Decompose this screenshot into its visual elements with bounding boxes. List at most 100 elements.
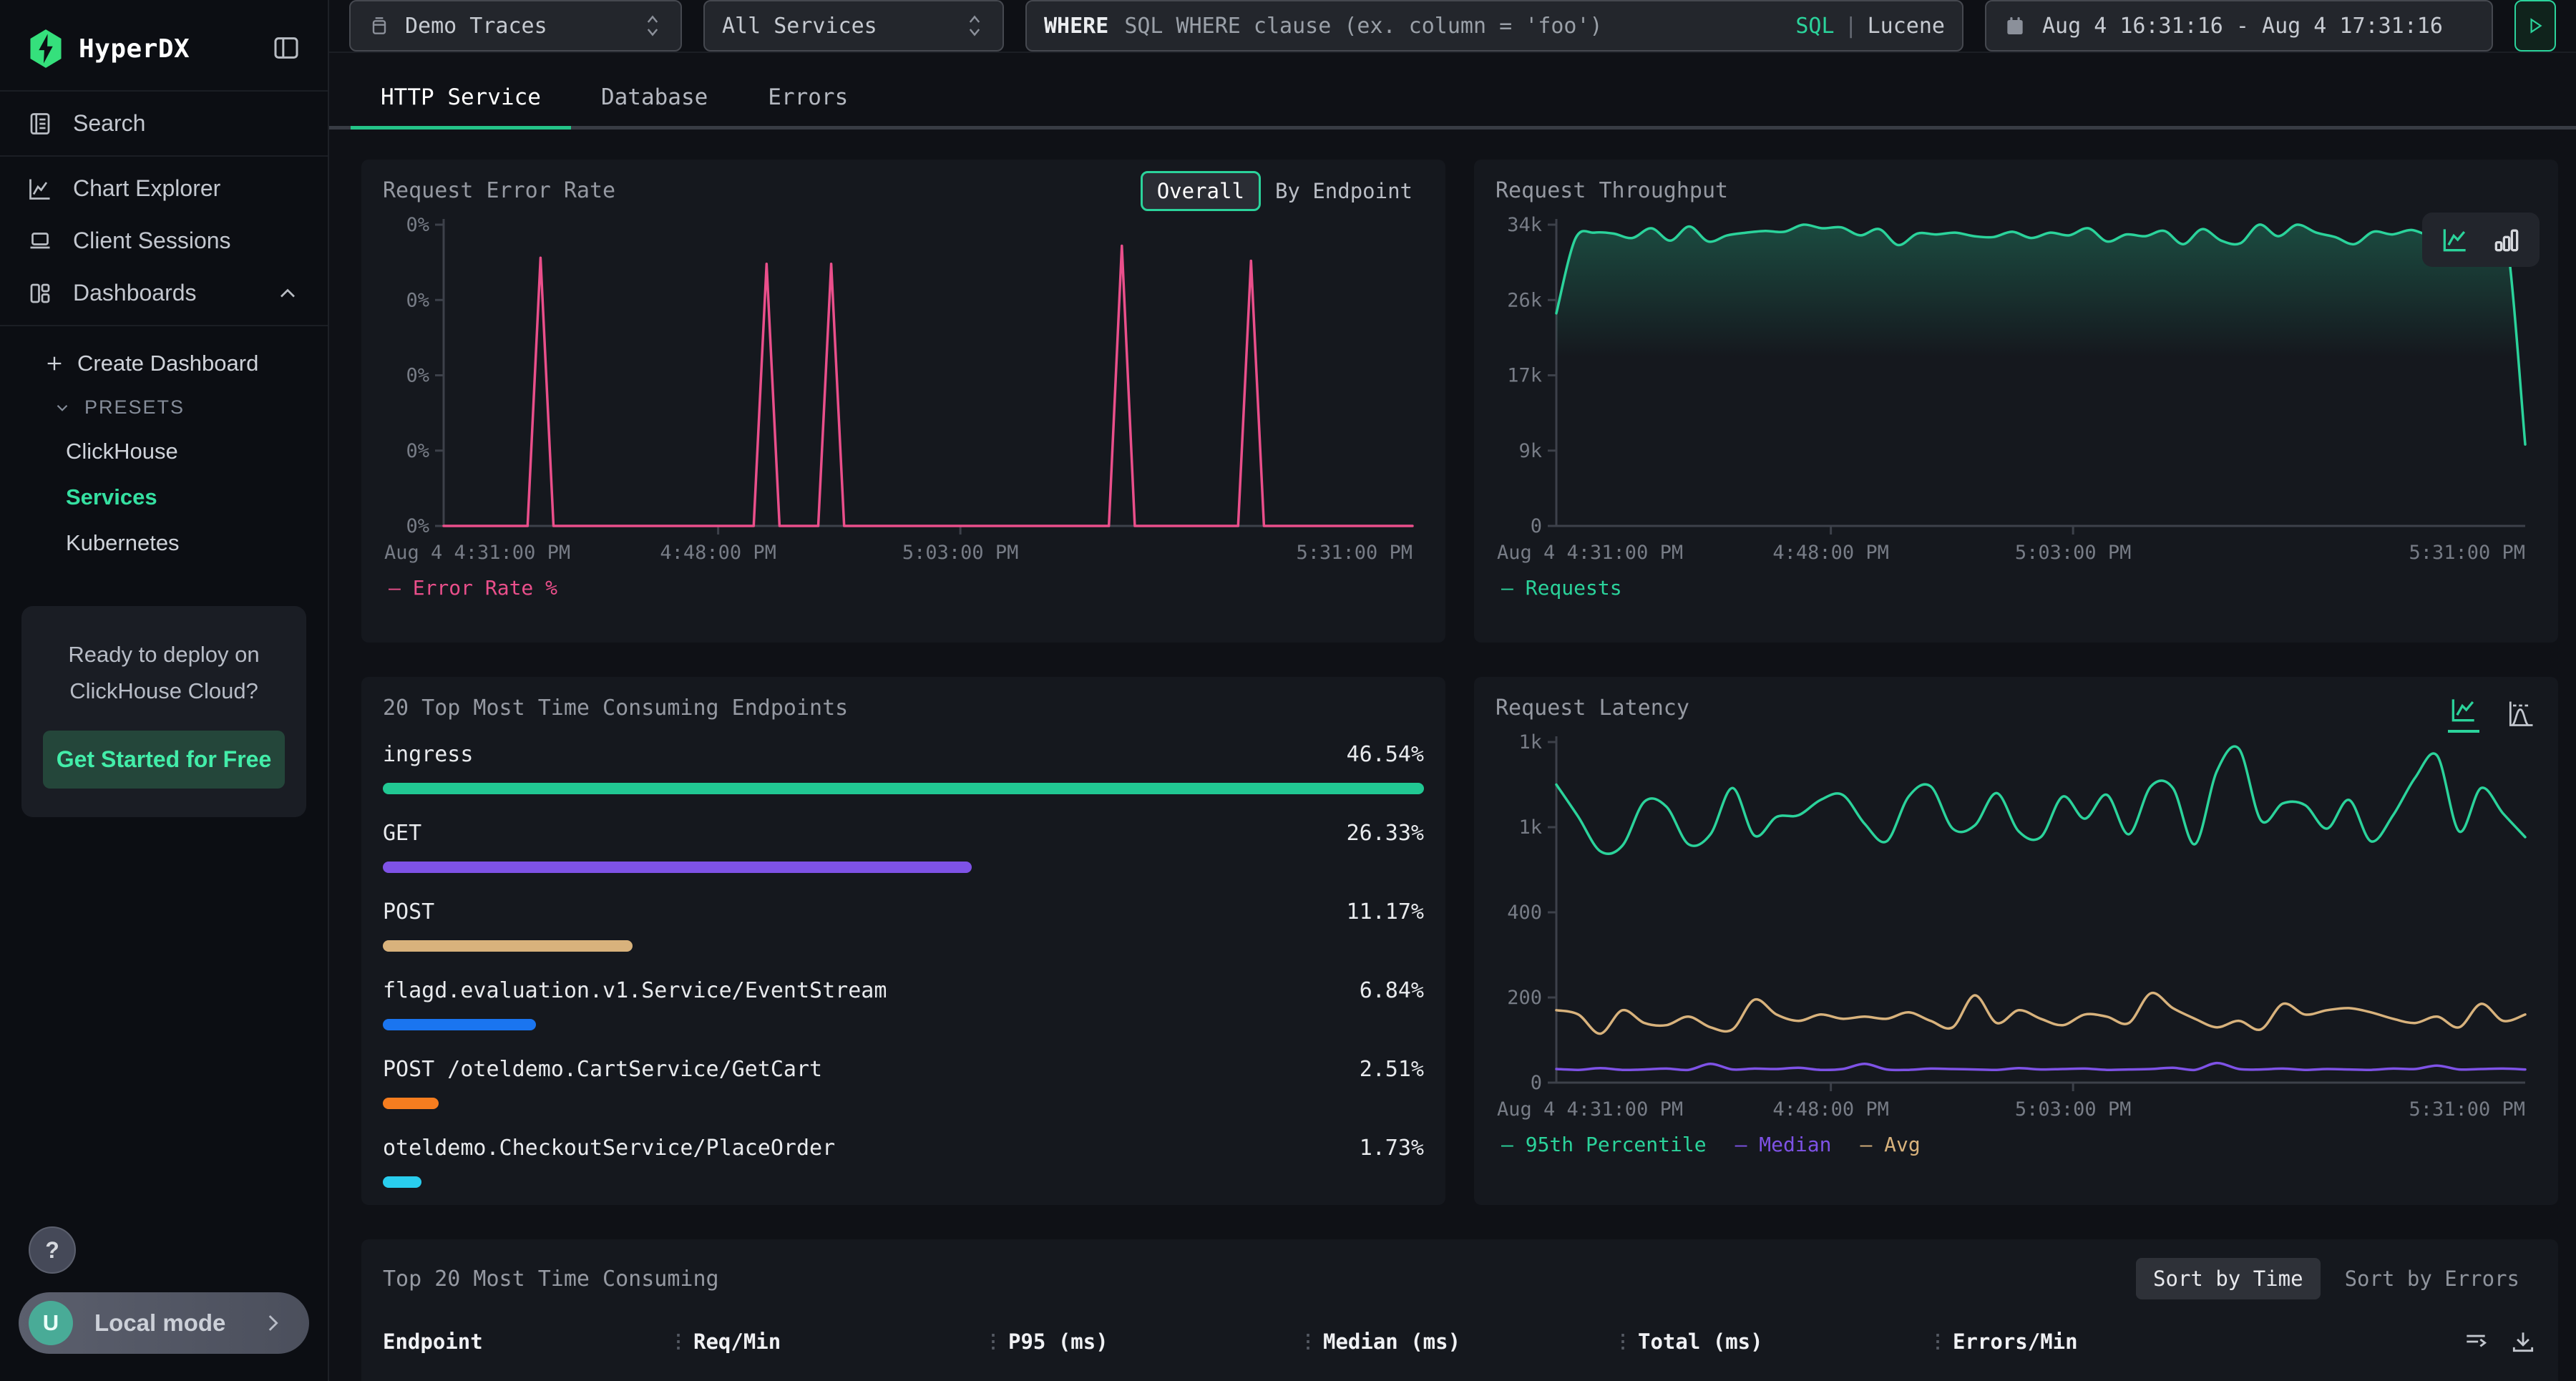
sidebar-item-dashboards[interactable]: Dashboards <box>0 267 328 319</box>
sidebar-item-label: Chart Explorer <box>73 175 220 202</box>
tab-http-service[interactable]: HTTP Service <box>351 74 571 130</box>
table-header-errors-min[interactable]: ⋮Errors/Min <box>1928 1329 2329 1354</box>
preset-kubernetes[interactable]: Kubernetes <box>0 520 328 566</box>
svg-text:9k: 9k <box>1518 440 1542 462</box>
tab-errors[interactable]: Errors <box>738 74 878 126</box>
error-rate-legend: — Error Rate % <box>389 576 1424 600</box>
endpoint-label: POST <box>383 899 434 924</box>
line-chart-type-button[interactable] <box>2439 224 2471 255</box>
latency-series-avg <box>1556 993 2525 1034</box>
svg-text:0: 0 <box>1531 515 1542 537</box>
latency-chart[interactable]: 02004001k1kAug 4 4:31:00 PM4:48:00 PM5:0… <box>1496 728 2537 1128</box>
sidebar-collapse-icon[interactable] <box>272 34 301 64</box>
sidebar-nav: Search Chart Explorer Client Sessions <box>0 90 328 573</box>
lucene-mode-button[interactable]: Lucene <box>1868 14 1945 39</box>
overall-toggle-button[interactable]: Overall <box>1141 171 1261 211</box>
endpoint-percent: 11.17% <box>1347 899 1424 924</box>
sql-mode-button[interactable]: SQL <box>1795 14 1834 39</box>
table-header-endpoint[interactable]: Endpoint <box>383 1329 669 1354</box>
download-icon[interactable] <box>2509 1328 2537 1355</box>
column-drag-handle-icon[interactable]: ⋮ <box>1614 1331 1631 1352</box>
endpoint-row[interactable]: POST /oteldemo.CartService/GetCart2.51% <box>383 1057 1424 1109</box>
latency-chart-type-toggle <box>2448 694 2537 733</box>
endpoint-row[interactable]: GET26.33% <box>383 821 1424 873</box>
row-options-icon[interactable] <box>2462 1328 2489 1355</box>
avatar: U <box>29 1301 73 1345</box>
svg-text:Aug 4 4:31:00 PM: Aug 4 4:31:00 PM <box>384 542 570 564</box>
table-header-total-ms-[interactable]: ⋮Total (ms) <box>1614 1329 1928 1354</box>
source-select[interactable]: Demo Traces <box>349 0 682 52</box>
laptop-icon <box>27 228 53 254</box>
endpoint-label: GET <box>383 821 421 846</box>
panel-title: 20 Top Most Time Consuming Endpoints <box>383 696 1424 721</box>
preset-clickhouse[interactable]: ClickHouse <box>0 429 328 474</box>
main-area: Demo Traces All Services WHERE SQL | Luc… <box>329 0 2576 1381</box>
error-rate-chart[interactable]: 0%0%0%0%0%Aug 4 4:31:00 PM4:48:00 PM5:03… <box>383 210 1424 572</box>
column-drag-handle-icon[interactable]: ⋮ <box>1928 1331 1946 1352</box>
table-header-req-min[interactable]: ⋮Req/Min <box>669 1329 984 1354</box>
histogram-chart-type-button[interactable] <box>2505 698 2537 729</box>
preset-services[interactable]: Services <box>0 474 328 520</box>
run-query-button[interactable] <box>2514 0 2556 52</box>
latency-legend: — 95th Percentile — Median — Avg <box>1501 1133 2537 1156</box>
svg-text:5:31:00 PM: 5:31:00 PM <box>2409 542 2525 564</box>
latency-series-median <box>1556 1063 2525 1070</box>
panel-request-error-rate: Request Error Rate Overall By Endpoint 0… <box>361 160 1445 643</box>
presets-toggle[interactable]: PRESETS <box>0 386 328 429</box>
legend-item-95th-percentile[interactable]: — 95th Percentile <box>1501 1133 1707 1156</box>
endpoint-label: POST /oteldemo.CartService/GetCart <box>383 1057 822 1082</box>
sidebar-item-search[interactable]: Search <box>0 97 328 150</box>
where-clause-searchbar[interactable]: WHERE SQL | Lucene <box>1025 0 1963 52</box>
time-range-picker[interactable]: Aug 4 16:31:16 - Aug 4 17:31:16 <box>1985 0 2493 52</box>
by-endpoint-toggle-button[interactable]: By Endpoint <box>1261 173 1427 209</box>
search-logs-icon <box>27 111 53 137</box>
svg-text:4:48:00 PM: 4:48:00 PM <box>660 542 776 564</box>
where-label: WHERE <box>1044 14 1108 39</box>
search-input[interactable] <box>1124 14 1795 39</box>
svg-text:400: 400 <box>1507 902 1542 924</box>
sort-by-time-button[interactable]: Sort by Time <box>2136 1258 2321 1299</box>
legend-item-error-rate-[interactable]: — Error Rate % <box>389 576 557 600</box>
endpoint-row[interactable]: POST 11.17% <box>383 899 1424 952</box>
get-started-button[interactable]: Get Started for Free <box>43 731 285 789</box>
svg-text:0%: 0% <box>406 289 429 311</box>
dashboard-grid: Request Error Rate Overall By Endpoint 0… <box>329 130 2576 1381</box>
svg-text:0%: 0% <box>406 440 429 462</box>
svg-text:0%: 0% <box>406 214 429 236</box>
select-chevrons-icon <box>642 11 663 40</box>
legend-item-avg[interactable]: — Avg <box>1860 1133 1920 1156</box>
help-button[interactable]: ? <box>29 1226 76 1274</box>
sort-by-errors-button[interactable]: Sort by Errors <box>2328 1258 2537 1299</box>
database-icon <box>368 14 391 37</box>
sidebar-item-client-sessions[interactable]: Client Sessions <box>0 215 328 267</box>
svg-text:1k: 1k <box>1518 816 1542 839</box>
column-drag-handle-icon[interactable]: ⋮ <box>669 1331 686 1352</box>
sidebar: HyperDX Search <box>0 0 329 1381</box>
panel-title: Request Latency <box>1496 696 2537 721</box>
endpoint-row[interactable]: ingress46.54% <box>383 742 1424 794</box>
sidebar-item-chart-explorer[interactable]: Chart Explorer <box>0 162 328 215</box>
svg-text:0%: 0% <box>406 365 429 387</box>
table-header-median-ms-[interactable]: ⋮Median (ms) <box>1299 1329 1614 1354</box>
legend-item-median[interactable]: — Median <box>1735 1133 1832 1156</box>
play-icon <box>2526 16 2545 35</box>
line-chart-type-button[interactable] <box>2448 694 2479 733</box>
tab-database[interactable]: Database <box>571 74 738 126</box>
endpoint-row[interactable]: flagd.evaluation.v1.Service/EventStream6… <box>383 978 1424 1030</box>
endpoint-row[interactable]: oteldemo.CheckoutService/PlaceOrder1.73% <box>383 1136 1424 1188</box>
user-menu[interactable]: U Local mode <box>19 1292 309 1354</box>
svg-text:Aug 4 4:31:00 PM: Aug 4 4:31:00 PM <box>1497 542 1683 564</box>
legend-item-requests[interactable]: — Requests <box>1501 576 1622 600</box>
app-root: HyperDX Search <box>0 0 2576 1381</box>
column-drag-handle-icon[interactable]: ⋮ <box>984 1331 1001 1352</box>
service-select[interactable]: All Services <box>703 0 1004 52</box>
mode-divider: | <box>1845 14 1858 39</box>
panel-title: Top 20 Most Time Consuming <box>383 1267 719 1292</box>
create-dashboard-button[interactable]: Create Dashboard <box>0 341 328 386</box>
column-drag-handle-icon[interactable]: ⋮ <box>1299 1331 1316 1352</box>
bar-chart-type-button[interactable] <box>2491 224 2522 255</box>
user-mode-label: Local mode <box>94 1309 260 1337</box>
throughput-chart[interactable]: 09k17k26k34kAug 4 4:31:00 PM4:48:00 PM5:… <box>1496 210 2537 572</box>
clickhouse-cloud-promo: Ready to deploy on ClickHouse Cloud? Get… <box>21 606 306 817</box>
table-header-p95-ms-[interactable]: ⋮P95 (ms) <box>984 1329 1299 1354</box>
